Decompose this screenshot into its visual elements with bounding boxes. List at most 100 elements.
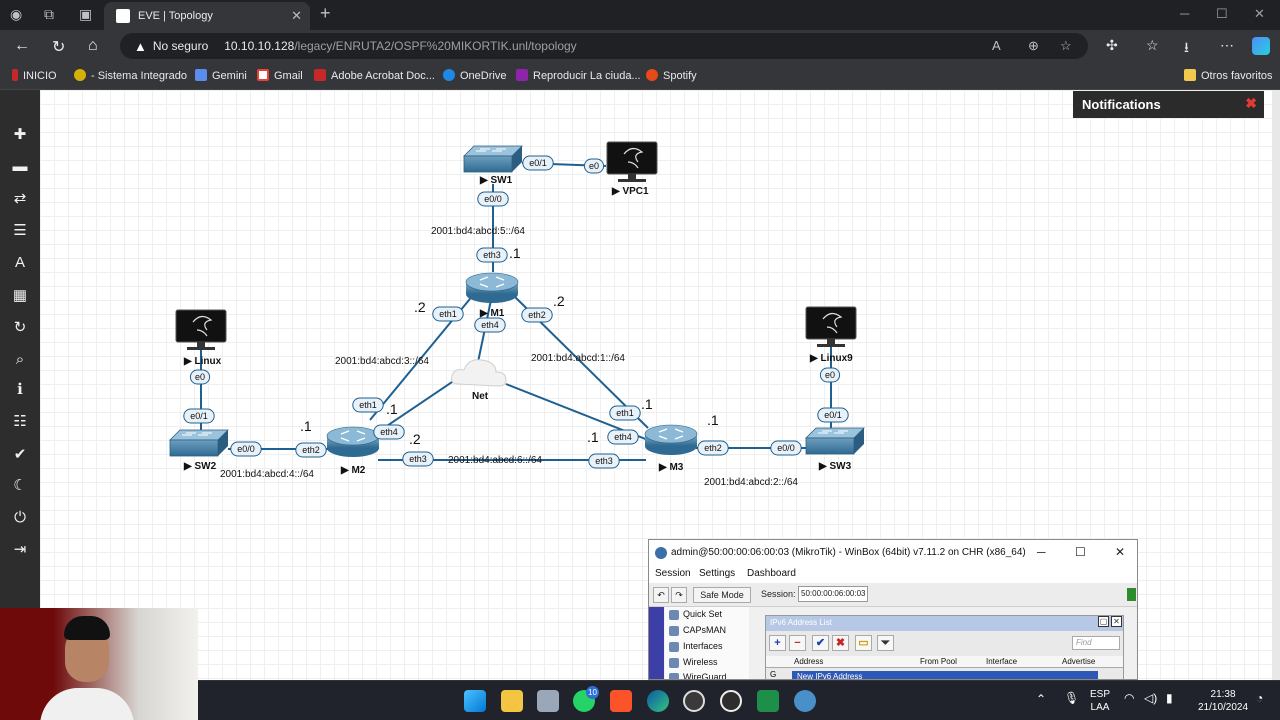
winbox-title: admin@50:00:00:06:00:03 (MikroTik) - Win… <box>671 547 1026 558</box>
windows-taskbar: 10 ⌃ 🎙 ESP LAA ◠ ◁) ▮ 21:38 21/10/2024 ◔ <box>198 680 1280 720</box>
node-m1[interactable]: ▶ M1 <box>465 272 519 319</box>
port-pill-sw2-e00: e0/0 <box>230 441 262 457</box>
port-label: eth1 <box>439 309 457 319</box>
port-pill-m2-eth2: eth2 <box>295 442 327 458</box>
volume-icon[interactable]: ◁) <box>1144 692 1157 705</box>
node-net-label: Net <box>472 391 489 402</box>
disable-icon[interactable]: ✖ <box>832 635 849 651</box>
file-explorer-icon[interactable] <box>501 690 523 712</box>
node-linux9-label: ▶ Linux9 <box>809 353 853 364</box>
winbox-taskbar-icon[interactable] <box>794 690 816 712</box>
enable-icon[interactable]: ✔ <box>812 635 829 651</box>
app-icon[interactable] <box>757 690 779 712</box>
whatsapp-badge: 10 <box>586 686 599 699</box>
restore-icon[interactable]: ▢ <box>1098 616 1109 627</box>
screen-root: ◉ ⧉ ▣ EVE | Topology ✕ + ─ ☐ ✕ ← ↻ ⌂ ▲ N… <box>0 0 1280 720</box>
port-labels: e0/1 e0 e0/0 eth3 eth1 eth4 eth2 eth1 eth4 eth2 et… <box>183 155 849 469</box>
links <box>200 162 832 461</box>
port-label: e0/0 <box>484 194 502 204</box>
node-sw1-label: ▶ SW1 <box>479 175 513 186</box>
minimize-icon[interactable]: ─ <box>1037 545 1046 559</box>
port-pill-m2-eth1: eth1 <box>352 397 384 413</box>
close-icon[interactable]: ✖ <box>1245 95 1257 112</box>
winbox-nav: Quick Set CAPsMAN Interfaces Wireless Wi… <box>665 607 749 679</box>
port-label: e0 <box>589 161 599 171</box>
winbox-menubar: Session Settings Dashboard <box>649 566 1137 583</box>
nav-item-wireguard[interactable]: WireGuard <box>683 672 727 679</box>
port-pill-m3-eth2: eth2 <box>697 440 729 456</box>
close-icon[interactable]: ✕ <box>1115 545 1125 559</box>
edge-icon[interactable] <box>647 690 669 712</box>
add-icon[interactable]: + <box>769 635 786 651</box>
node-m2[interactable]: ▶ M2 <box>326 426 380 476</box>
find-input[interactable]: Find <box>1072 636 1120 650</box>
network-label-6: 2001:bd4:abcd:6::/64 <box>448 455 542 466</box>
brave-icon[interactable] <box>610 690 632 712</box>
chevron-up-icon[interactable]: ⌃ <box>1036 693 1046 706</box>
node-m3[interactable]: ▶ M3 <box>644 424 698 473</box>
menu-dashboard[interactable]: Dashboard <box>747 568 796 579</box>
port-pill-sw1-e00: e0/0 <box>477 191 509 207</box>
column-address[interactable]: Address <box>794 657 823 666</box>
winbox-titlebar[interactable]: admin@50:00:00:06:00:03 (MikroTik) - Win… <box>649 540 1137 566</box>
row-flag: G <box>770 670 777 679</box>
nav-item-wireless[interactable]: Wireless <box>683 657 718 667</box>
ipv6-table-header: Address From Pool Interface Advertise <box>766 656 1123 668</box>
port-pill-m1-eth1: eth1 <box>432 306 464 322</box>
undo-icon[interactable]: ↶ <box>653 587 669 603</box>
new-ipv6-address-window[interactable]: New IPv6 Address <box>792 671 1098 679</box>
network-label-2: 2001:bd4:abcd:2::/64 <box>704 477 798 488</box>
port-label: eth1 <box>616 408 634 418</box>
port-label: eth4 <box>380 427 398 437</box>
port-label: eth2 <box>704 443 722 453</box>
node-sw2-label: ▶ SW2 <box>183 461 217 472</box>
battery-icon[interactable]: ▮ <box>1166 692 1173 705</box>
notifications-bell-icon[interactable]: ◔ <box>1256 692 1263 705</box>
nav-item-capsman[interactable]: CAPsMAN <box>683 625 726 635</box>
redo-icon[interactable]: ↷ <box>671 587 687 603</box>
wifi-icon[interactable]: ◠ <box>1124 692 1134 705</box>
node-vpc1[interactable]: ▶ VPC1 <box>606 141 658 197</box>
language-indicator[interactable]: ESP LAA <box>1090 688 1110 714</box>
node-vpc1-label: ▶ VPC1 <box>611 186 649 197</box>
clock[interactable]: 21:38 21/10/2024 <box>1198 688 1248 714</box>
port-pill-m2-eth3: eth3 <box>402 451 434 467</box>
column-from-pool[interactable]: From Pool <box>920 657 957 666</box>
column-interface[interactable]: Interface <box>986 657 1017 666</box>
capsman-icon <box>669 626 679 636</box>
port-label: eth2 <box>302 445 320 455</box>
winbox-window: admin@50:00:00:06:00:03 (MikroTik) - Win… <box>648 539 1138 680</box>
session-field[interactable]: 50:00:00:06:00:03 <box>798 586 868 602</box>
session-label: Session: <box>761 589 796 599</box>
ipv6-list-titlebar[interactable]: IPv6 Address List ▢ ✕ <box>766 616 1123 631</box>
maximize-icon[interactable]: ☐ <box>1075 545 1086 559</box>
node-net-cloud[interactable]: Net <box>451 359 507 402</box>
node-sw2[interactable]: ▶ SW2 <box>169 429 229 472</box>
media-player-icon[interactable] <box>720 690 742 712</box>
chatgpt-icon[interactable] <box>683 690 705 712</box>
node-linux[interactable]: ▶ Linux <box>175 309 227 367</box>
notifications-title: Notifications <box>1082 97 1161 112</box>
remove-icon[interactable]: − <box>789 635 806 651</box>
start-icon[interactable] <box>464 690 486 712</box>
lang-top: ESP <box>1090 689 1111 700</box>
node-linux9[interactable]: ▶ Linux9 <box>805 306 857 364</box>
port-label: eth2 <box>528 310 546 320</box>
column-advertise[interactable]: Advertise <box>1062 657 1095 666</box>
nav-item-quick-set[interactable]: Quick Set <box>683 609 722 619</box>
close-icon[interactable]: ✕ <box>1111 616 1122 627</box>
comment-icon[interactable]: ▭ <box>855 635 872 651</box>
menu-settings[interactable]: Settings <box>699 568 735 579</box>
menu-session[interactable]: Session <box>655 568 691 579</box>
hostid-m3-eth1: .1 <box>641 396 653 412</box>
safe-mode-button[interactable]: Safe Mode <box>693 587 751 603</box>
network-label-3: 2001:bd4:abcd:3::/64 <box>335 356 429 367</box>
store-icon[interactable] <box>537 690 559 712</box>
microphone-icon[interactable]: 🎙 <box>1064 692 1079 705</box>
filter-icon[interactable]: ⏷ <box>877 635 894 651</box>
node-sw3[interactable]: ▶ SW3 <box>805 427 865 472</box>
nav-item-interfaces[interactable]: Interfaces <box>683 641 723 651</box>
ipv6-list-title: IPv6 Address List <box>770 618 832 627</box>
node-sw1[interactable]: ▶ SW1 <box>463 145 523 186</box>
port-pill-m1-eth3: eth3 <box>476 247 508 263</box>
